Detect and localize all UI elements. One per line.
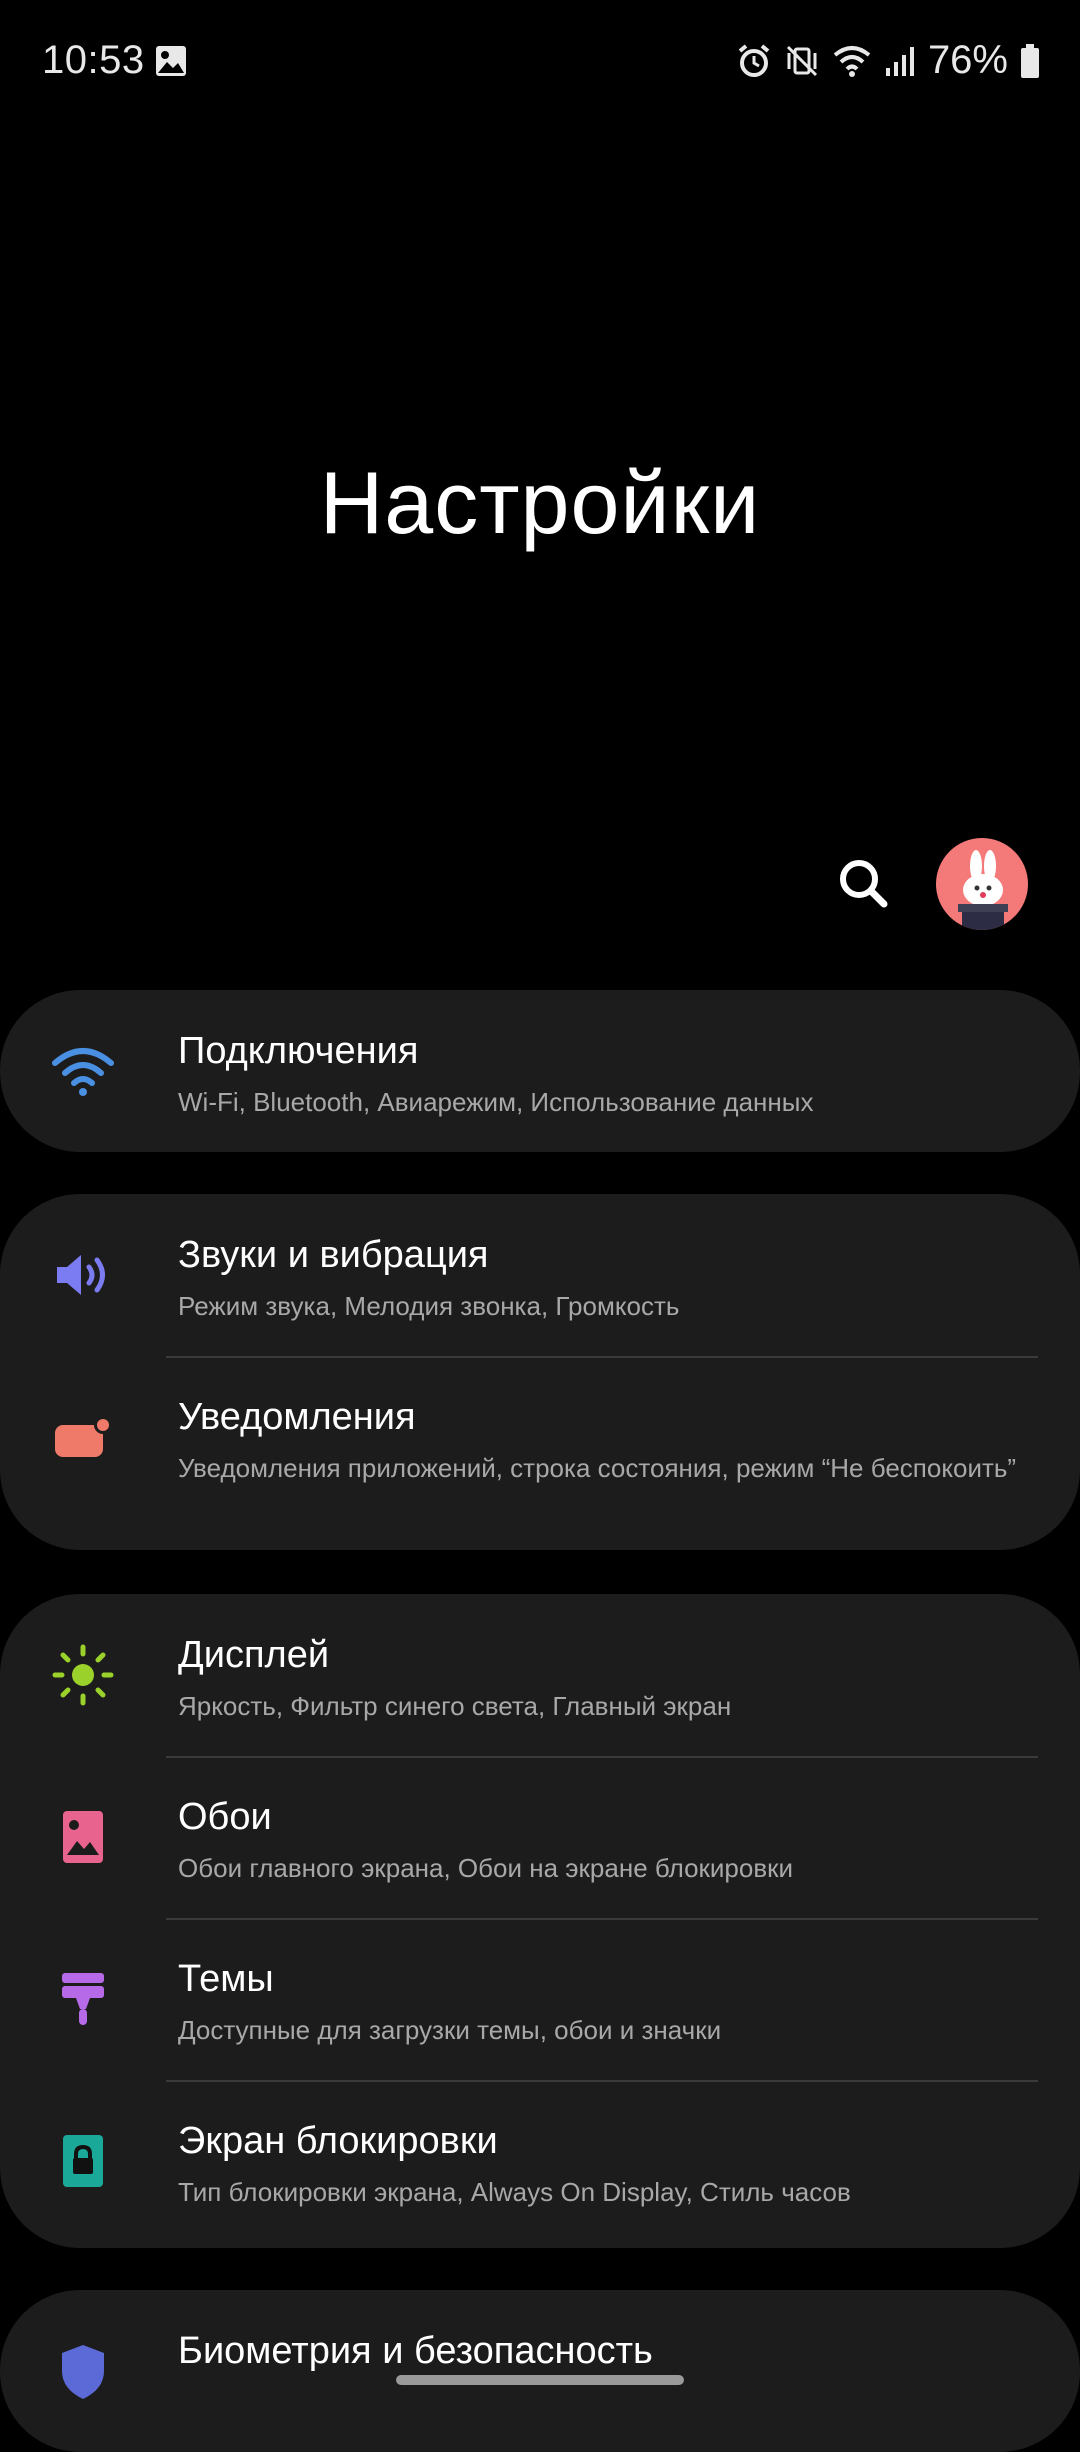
- settings-item-connections[interactable]: Подключения Wi-Fi, Bluetooth, Авиарежим,…: [0, 990, 1080, 1152]
- settings-item-notifications[interactable]: Уведомления Уведомления приложений, стро…: [0, 1356, 1080, 1550]
- item-subtitle: Уведомления приложений, строка состояния…: [178, 1453, 1017, 1483]
- item-subtitle: Тип блокировки экрана, Always On Display…: [178, 2177, 851, 2207]
- item-title: Подключения: [178, 1030, 419, 1072]
- item-subtitle: Режим звука, Мелодия звонка, Громкость: [178, 1291, 680, 1321]
- wallpaper-icon: [50, 1804, 116, 1870]
- settings-item-display[interactable]: Дисплей Яркость, Фильтр синего света, Гл…: [0, 1594, 1080, 1756]
- settings-item-wallpaper[interactable]: Обои Обои главного экрана, Обои на экран…: [0, 1756, 1080, 1918]
- item-subtitle: Обои главного экрана, Обои на экране бло…: [178, 1853, 794, 1883]
- mute-vibrate-icon: [784, 43, 820, 79]
- item-title: Экран блокировки: [178, 2120, 498, 2162]
- profile-avatar-icon: [936, 838, 1028, 930]
- wifi-icon: [50, 1038, 116, 1104]
- item-title: Звуки и вибрация: [178, 1234, 489, 1276]
- signal-icon: [884, 44, 916, 78]
- item-title: Биометрия и безопасность: [178, 2330, 653, 2372]
- page-title: Настройки: [319, 453, 761, 552]
- settings-group-connections: Подключения Wi-Fi, Bluetooth, Авиарежим,…: [0, 990, 1080, 1152]
- item-title: Обои: [178, 1796, 272, 1838]
- search-button[interactable]: [832, 852, 896, 916]
- settings-group-security: Биометрия и безопасность: [0, 2290, 1080, 2452]
- settings-item-sounds[interactable]: Звуки и вибрация Режим звука, Мелодия зв…: [0, 1194, 1080, 1356]
- shield-icon: [50, 2338, 116, 2404]
- item-title: Уведомления: [178, 1396, 416, 1438]
- search-icon: [840, 860, 888, 908]
- themes-icon: [50, 1966, 116, 2032]
- status-bar: 10:53 76%: [0, 0, 1080, 126]
- brightness-icon: [50, 1642, 116, 1708]
- gallery-notification-icon: [154, 44, 188, 83]
- notification-icon: [50, 1404, 116, 1470]
- settings-item-lock-screen[interactable]: Экран блокировки Тип блокировки экрана, …: [0, 2080, 1080, 2242]
- wifi-status-icon: [832, 43, 872, 79]
- status-time: 10:53: [42, 38, 145, 82]
- item-title: Дисплей: [178, 1634, 330, 1676]
- battery-percent: 76%: [927, 38, 1008, 82]
- alarm-icon: [736, 43, 772, 79]
- lock-icon: [50, 2128, 116, 2194]
- item-title: Темы: [178, 1958, 274, 2000]
- settings-group-display: Дисплей Яркость, Фильтр синего света, Гл…: [0, 1594, 1080, 2248]
- battery-icon: [1020, 43, 1040, 79]
- item-subtitle: Доступные для загрузки темы, обои и знач…: [178, 2015, 722, 2045]
- settings-item-biometrics[interactable]: Биометрия и безопасность: [0, 2290, 1080, 2452]
- gesture-navigation-bar[interactable]: [396, 2375, 684, 2385]
- item-subtitle: Wi-Fi, Bluetooth, Авиарежим, Использован…: [178, 1087, 814, 1117]
- settings-group-sound-notifications: Звуки и вибрация Режим звука, Мелодия зв…: [0, 1194, 1080, 1550]
- settings-item-themes[interactable]: Темы Доступные для загрузки темы, обои и…: [0, 1918, 1080, 2080]
- volume-icon: [50, 1242, 116, 1308]
- item-subtitle: Яркость, Фильтр синего света, Главный эк…: [178, 1691, 732, 1721]
- avatar[interactable]: [936, 838, 1028, 930]
